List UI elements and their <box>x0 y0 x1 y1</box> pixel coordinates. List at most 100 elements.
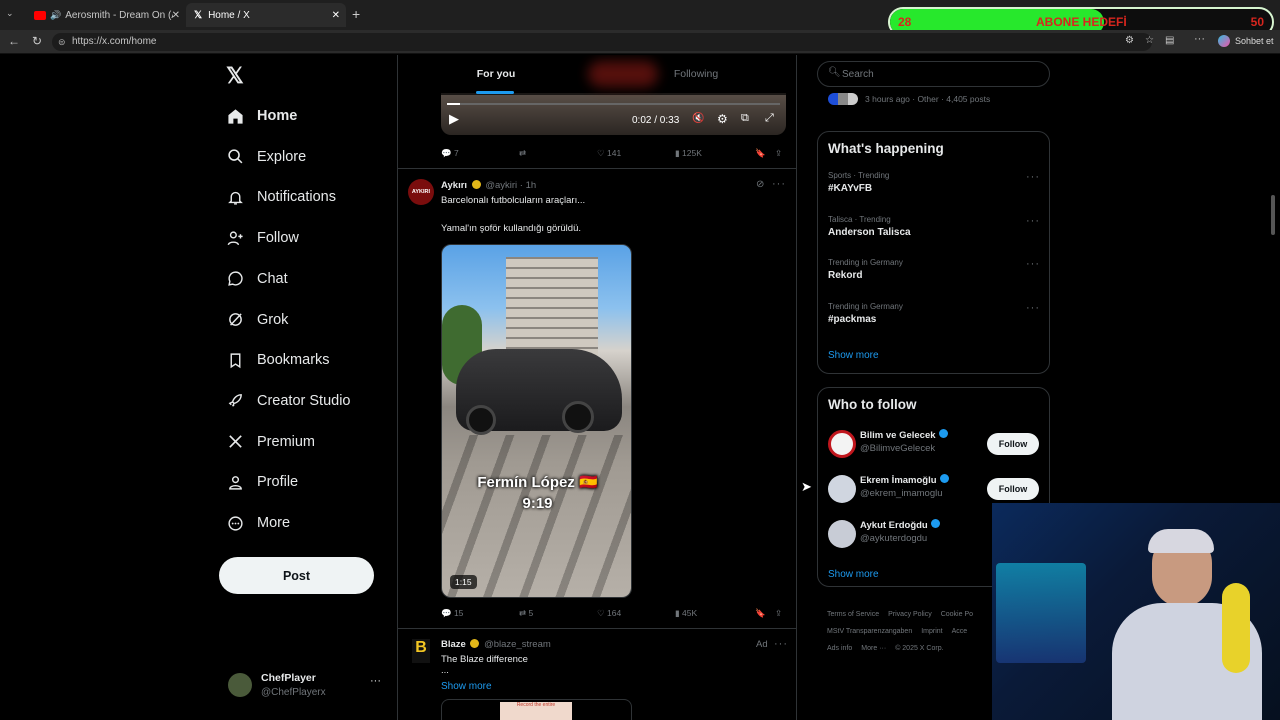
more-icon[interactable]: ··· <box>1026 258 1040 270</box>
play-icon[interactable]: ▶ <box>449 111 459 127</box>
reply-button[interactable]: 💬 15 <box>441 608 463 619</box>
mute-icon[interactable]: 🔇 <box>692 113 704 124</box>
browser-menu-icon[interactable]: ··· <box>1194 33 1205 45</box>
trend-meta-row[interactable]: 3 hours ago · Other · 4,405 posts <box>828 93 1048 107</box>
more-icon[interactable]: ··· <box>1026 171 1040 183</box>
nav-item-profile[interactable]: Profile <box>226 466 298 498</box>
views-button[interactable]: ▮ 125K <box>675 148 702 159</box>
speaker-icon[interactable]: 🔊 <box>50 10 61 21</box>
ad-label: Ad <box>756 639 768 650</box>
nav-item-more[interactable]: More <box>226 507 290 539</box>
scrollbar-thumb[interactable] <box>1271 195 1275 235</box>
chat-label[interactable]: Sohbet et <box>1235 36 1274 46</box>
footer-link[interactable]: Privacy Policy <box>888 611 932 618</box>
footer-link[interactable]: Ads info <box>827 645 852 652</box>
trend-item[interactable]: Trending in Germany #packmas ··· <box>828 302 1040 338</box>
repost-button[interactable]: ⇄ 5 <box>519 608 533 619</box>
follow-suggestion[interactable]: Bilim ve Gelecek @BilimveGelecek Follow <box>828 428 1050 462</box>
views-button[interactable]: ▮ 45K <box>675 608 697 619</box>
nav-item-bookmarks[interactable]: Bookmarks <box>226 344 330 376</box>
reload-icon[interactable]: ↻ <box>32 34 42 48</box>
like-button[interactable]: ♡ 141 <box>597 148 621 159</box>
section-title: Who to follow <box>828 397 917 412</box>
nav-item-label: Bookmarks <box>257 352 330 369</box>
nav-item-notifications[interactable]: Notifications <box>226 181 336 213</box>
more-icon[interactable]: ··· <box>1026 215 1040 227</box>
collections-icon[interactable]: ▤ <box>1165 35 1174 46</box>
nav-item-explore[interactable]: Explore <box>226 141 306 173</box>
account-switcher[interactable]: ChefPlayer @ChefPlayerx ··· <box>228 670 388 702</box>
trend-item[interactable]: Talisca · Trending Anderson Talisca ··· <box>828 215 1040 251</box>
tweet-text-line: Barcelonalı futbolcuların araçları... <box>441 195 586 206</box>
favorites-icon[interactable]: ☆ <box>1145 35 1154 46</box>
trend-item[interactable]: Sports · Trending #KAYvFB ··· <box>828 171 1040 207</box>
video-progress-bar[interactable] <box>447 103 780 105</box>
close-icon[interactable]: ✕ <box>332 10 340 21</box>
tab-for-you[interactable]: For you <box>398 55 594 95</box>
tab-home-x[interactable]: 𝕏 Home / X ✕ <box>186 3 346 27</box>
show-more-link[interactable]: Show more <box>441 681 492 692</box>
video-player[interactable]: ▶ 0:02 / 0:33 🔇 ⚙ ⧉ ⤢ <box>441 93 786 135</box>
more-icon[interactable]: ··· <box>1026 302 1040 314</box>
footer-link[interactable]: Cookie Po <box>941 611 973 618</box>
home-icon <box>226 107 244 125</box>
nav-item-creator-studio[interactable]: Creator Studio <box>226 385 351 417</box>
trend-item[interactable]: Trending in Germany Rekord ··· <box>828 258 1040 294</box>
like-button[interactable]: ♡ 164 <box>597 608 621 619</box>
nav-item-home[interactable]: Home <box>226 100 297 132</box>
footer-link[interactable]: Imprint <box>921 628 942 635</box>
settings-icon[interactable]: ⚙ <box>717 112 728 126</box>
more-icon[interactable]: ··· <box>774 638 788 650</box>
more-icon[interactable]: ··· <box>370 675 381 687</box>
search-input[interactable]: 🔍︎ Search <box>817 61 1050 87</box>
tweet-media-video[interactable]: Fermín López 🇪🇸 9:19 1:15 <box>441 244 632 598</box>
tab-list-chevron-icon[interactable]: ⌄ <box>6 8 20 22</box>
x-logo-icon[interactable]: 𝕏 <box>226 63 244 89</box>
new-tab-icon[interactable]: + <box>352 6 360 22</box>
repost-icon[interactable]: ⇄ <box>519 148 526 159</box>
reply-button[interactable]: 💬 7 <box>441 148 459 159</box>
back-icon[interactable]: ← <box>8 34 20 48</box>
show-more-link[interactable]: Show more <box>828 350 879 361</box>
copilot-icon[interactable] <box>1218 35 1230 47</box>
tweet[interactable]: AYKIRI Aykırı @aykiri · 1h ⊘ ··· Barcelo… <box>398 169 796 629</box>
ad-media-thumb[interactable]: Record the entire <box>441 699 632 720</box>
bookmark-icon[interactable]: 🔖 <box>755 148 766 159</box>
nav-item-grok[interactable]: Grok <box>226 304 288 336</box>
more-circle-icon <box>226 514 244 532</box>
more-icon[interactable]: ··· <box>772 178 786 190</box>
ad-tweet[interactable]: B Blaze @blaze_stream Ad ··· The Blaze d… <box>398 629 796 720</box>
suggestion-handle: @BilimveGelecek <box>860 443 936 454</box>
nav-item-follow[interactable]: Follow <box>226 222 299 254</box>
author-name[interactable]: Blaze <box>441 639 466 650</box>
shadow-overlay <box>442 435 631 597</box>
bookmark-icon[interactable]: 🔖 <box>755 608 766 619</box>
nav-item-chat[interactable]: Chat <box>226 263 288 295</box>
footer-link[interactable]: MStV Transparenzangaben <box>827 628 912 635</box>
extensions-icon[interactable]: ⚙ <box>1125 35 1134 46</box>
footer-link[interactable]: Terms of Service <box>827 611 879 618</box>
footer-link[interactable]: More ··· <box>861 645 886 652</box>
nav-item-premium[interactable]: Premium <box>226 426 315 458</box>
footer-link[interactable]: © 2025 X Corp. <box>895 645 943 652</box>
follow-button[interactable]: Follow <box>987 433 1039 455</box>
tab-aerosmith[interactable]: 🔊 Aerosmith - Dream On (Audio ✕ <box>26 3 186 27</box>
share-icon[interactable]: ⇪ <box>775 608 782 619</box>
author-name[interactable]: Aykırı <box>441 180 467 191</box>
grok-icon[interactable]: ⊘ <box>756 179 764 190</box>
tweet-time[interactable]: 1h <box>526 180 537 191</box>
author-handle[interactable]: @aykiri <box>485 180 517 191</box>
site-info-icon[interactable]: ⊜ <box>58 33 66 51</box>
author-handle[interactable]: @blaze_stream <box>484 639 551 650</box>
address-bar[interactable]: ⊜ https://x.com/home <box>52 33 1152 51</box>
post-button[interactable]: Post <box>219 557 374 594</box>
follow-button[interactable]: Follow <box>987 478 1039 500</box>
fullscreen-icon[interactable]: ⤢ <box>765 112 774 125</box>
close-icon[interactable]: ✕ <box>172 10 180 21</box>
follow-suggestion[interactable]: Ekrem İmamoğlu @ekrem_imamoglu Follow <box>828 473 1050 507</box>
trend-category: Trending in Germany <box>828 301 903 311</box>
pip-icon[interactable]: ⧉ <box>741 112 749 125</box>
share-icon[interactable]: ⇪ <box>775 148 782 159</box>
footer-link[interactable]: Acce <box>952 628 968 635</box>
show-more-link[interactable]: Show more <box>828 569 879 580</box>
